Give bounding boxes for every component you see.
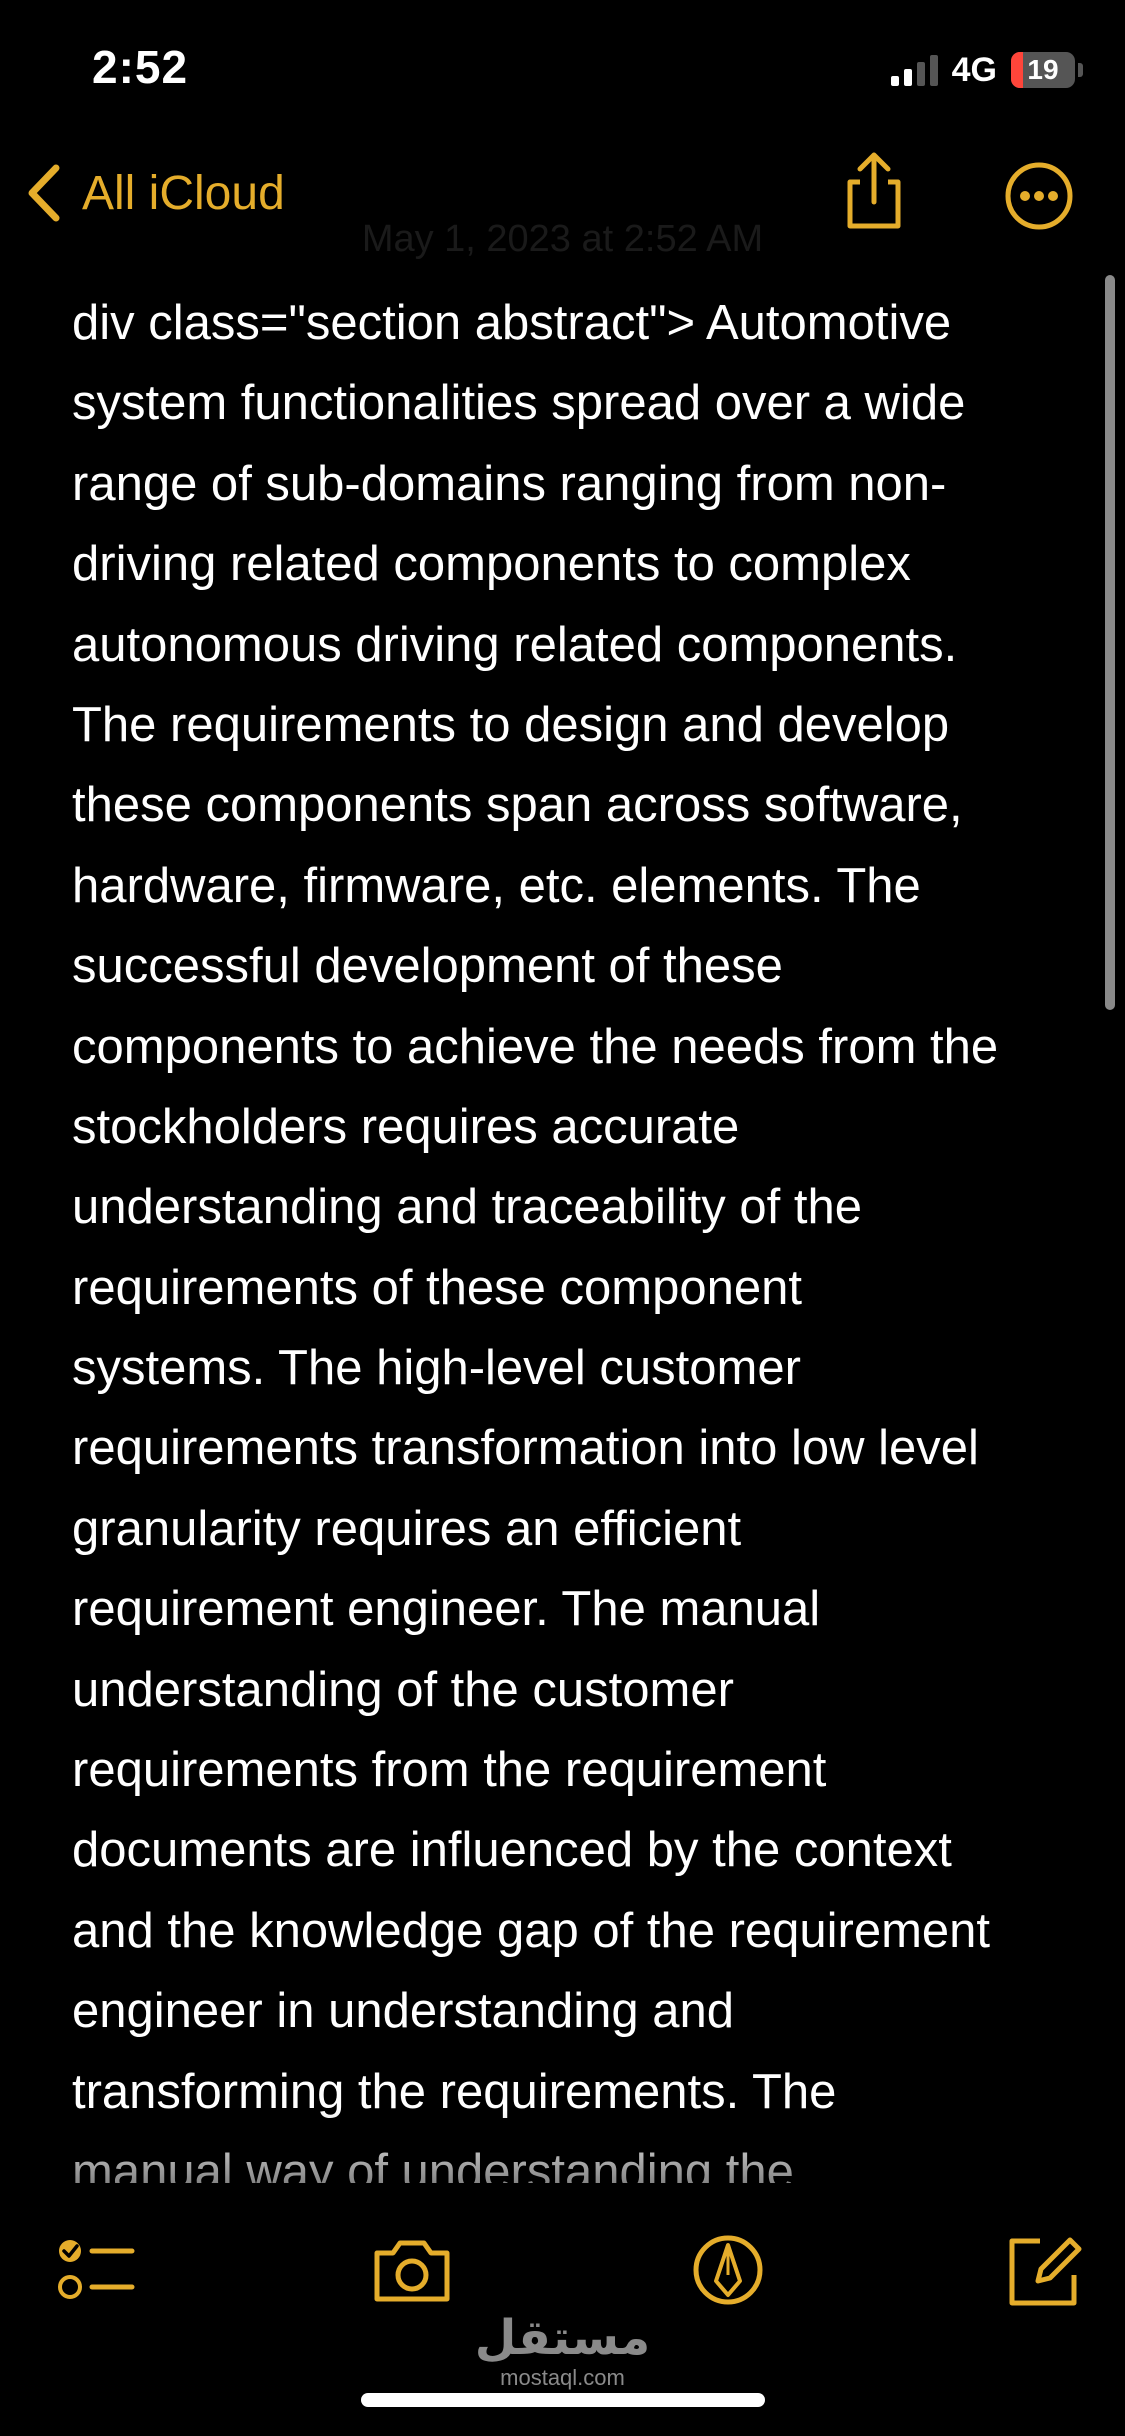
status-indicators: 4G 19 xyxy=(890,50,1083,90)
note-line: successful development of these xyxy=(72,939,783,994)
markup-pen-icon xyxy=(693,2235,763,2305)
signal-bar xyxy=(929,55,938,86)
markup-button[interactable] xyxy=(683,2225,773,2315)
checklist-button[interactable] xyxy=(54,2225,144,2315)
signal-bar xyxy=(903,69,912,86)
note-line: stockholders requires accurate xyxy=(72,1099,740,1154)
battery-cap xyxy=(1078,63,1083,77)
back-label: All iCloud xyxy=(82,166,285,220)
cellular-signal-icon xyxy=(890,54,938,86)
signal-bar xyxy=(916,62,925,86)
note-line: range of sub-domains ranging from non- xyxy=(72,456,947,511)
note-line: system functionalities spread over a wid… xyxy=(72,376,966,431)
network-type: 4G xyxy=(951,50,997,89)
status-bar: 2:52 4G 19 xyxy=(0,0,1125,140)
note-line: understanding and traceability of the xyxy=(72,1180,862,1235)
chevron-left-icon xyxy=(24,162,64,224)
note-line: hardware, firmware, etc. elements. The xyxy=(72,858,921,913)
battery-body: 19 xyxy=(1011,52,1075,88)
note-line: understanding of the customer xyxy=(72,1662,734,1717)
home-indicator[interactable] xyxy=(361,2393,765,2407)
signal-bar xyxy=(890,76,899,86)
camera-button[interactable] xyxy=(367,2225,457,2315)
note-line: The requirements to design and develop xyxy=(72,697,950,752)
battery-icon: 19 xyxy=(1011,52,1083,88)
battery-percent: 19 xyxy=(1027,54,1059,85)
note-body[interactable]: div class="section abstract"> Automotive… xyxy=(72,283,1072,2183)
note-line: these components span across software, xyxy=(72,778,963,833)
note-line: requirements from the requirement xyxy=(72,1743,827,1798)
note-line: requirements of these component xyxy=(72,1260,802,1315)
note-line: systems. The high-level customer xyxy=(72,1341,801,1396)
note-line: requirement engineer. The manual xyxy=(72,1582,821,1637)
compose-button[interactable] xyxy=(1000,2225,1090,2315)
note-line: autonomous driving related components. xyxy=(72,617,958,672)
camera-icon xyxy=(374,2240,450,2302)
note-line: granularity requires an efficient xyxy=(72,1501,742,1556)
note-line: engineer in understanding and xyxy=(72,1984,735,2039)
back-button[interactable]: All iCloud xyxy=(24,162,285,224)
checklist-icon xyxy=(58,2240,135,2299)
compose-icon xyxy=(1009,2237,1082,2306)
note-date: May 1, 2023 at 2:52 AM xyxy=(361,218,764,260)
note-line: driving related components to complex xyxy=(72,537,911,592)
note-line: documents are influenced by the context xyxy=(72,1823,952,1878)
bottom-toolbar xyxy=(0,2225,1125,2335)
note-line: components to achieve the needs from the xyxy=(72,1019,999,1074)
note-line: requirements transformation into low lev… xyxy=(72,1421,979,1476)
note-line: and the knowledge gap of the requirement xyxy=(72,1903,991,1958)
watermark-latin: mostaql.com xyxy=(500,2365,625,2390)
status-time: 2:52 xyxy=(92,41,189,93)
note-line: div class="section abstract"> Automotive xyxy=(72,296,952,350)
scroll-indicator[interactable] xyxy=(1105,275,1115,1010)
